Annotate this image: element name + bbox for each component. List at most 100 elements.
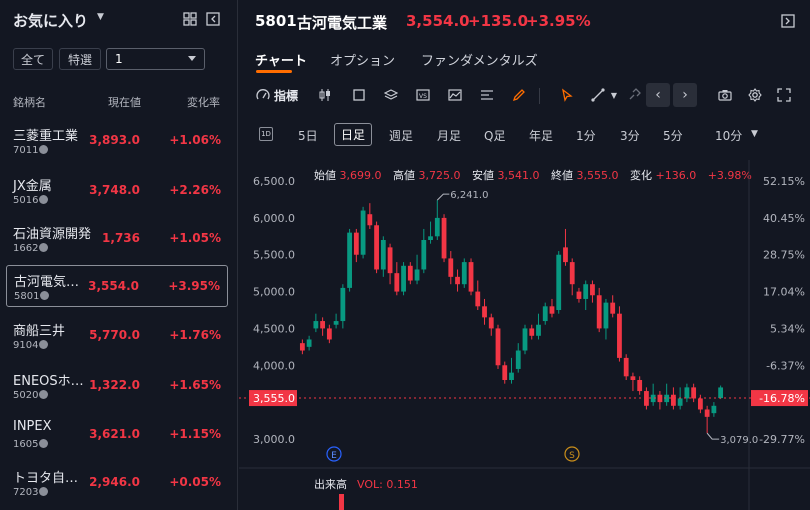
candle-body	[407, 265, 413, 281]
watchlist-stock-change: +1.15%	[169, 427, 221, 441]
clock-icon	[39, 195, 48, 204]
scroll-left-button[interactable]: ‹	[646, 83, 670, 107]
timeframe-1min[interactable]: 1分	[576, 127, 596, 144]
rectangle-icon[interactable]	[350, 86, 368, 104]
candle-body	[448, 258, 454, 277]
grid-icon[interactable]	[181, 10, 199, 28]
symbol-name: 古河電気工業	[297, 14, 388, 32]
candle-body	[671, 394, 676, 406]
indicators-icon[interactable]	[254, 86, 272, 104]
filter-all-button[interactable]: 全て	[13, 48, 53, 70]
watchlist-row[interactable]: 古河電気… 5801 3,554.0 +3.95%	[6, 265, 228, 307]
candle-body	[360, 210, 366, 255]
candle-body	[468, 262, 474, 292]
candles-icon[interactable]	[316, 86, 334, 104]
symbol-change-pct: +3.95%	[526, 12, 591, 30]
candle-body	[387, 247, 393, 274]
link-icon[interactable]	[625, 86, 643, 104]
collapse-panel-icon[interactable]	[204, 10, 222, 28]
pct-axis-tick-label: 5.34%	[770, 322, 805, 335]
candle-body	[697, 398, 703, 410]
timeframe-monthly[interactable]: 月足	[437, 127, 461, 144]
price-chart[interactable]: 6,500.0 6,000.0 5,500.0 5,000.0 4,500.0 4,000…	[239, 160, 810, 510]
watchlist-stock-change: +1.05%	[169, 231, 221, 245]
chevron-down-icon[interactable]: ▼	[97, 12, 104, 22]
candle-body	[536, 324, 541, 336]
candle-body	[556, 254, 562, 310]
pct-axis-tick-label: 40.45%	[763, 212, 805, 225]
watchlist-row[interactable]: 三菱重工業 7011 3,893.0 +1.06%	[6, 120, 228, 162]
candle-body	[563, 247, 568, 263]
watchlist-row[interactable]: INPEX 1605 3,621.0 +1.15%	[6, 414, 228, 456]
earnings-marker-label: E	[331, 451, 337, 461]
watchlist-stock-name: トヨタ自…	[13, 471, 79, 486]
watchlist-row[interactable]: 商船三井 9104 5,770.0 +1.76%	[6, 315, 228, 357]
watchlist-stock-code: 9104	[13, 340, 39, 351]
watchlist-select[interactable]: 1	[106, 48, 205, 70]
cursor-icon[interactable]	[558, 86, 576, 104]
chevron-down-icon[interactable]: ▼	[751, 129, 758, 139]
watchlist-stock-code: 1662	[13, 243, 39, 254]
chevron-down-icon[interactable]: ▼	[605, 86, 623, 104]
candle-body	[677, 398, 683, 406]
watchlist-stock-price: 1,322.0	[89, 378, 140, 392]
timeframe-5min[interactable]: 5分	[663, 127, 683, 144]
camera-icon[interactable]	[716, 86, 734, 104]
column-header-change[interactable]: 変化率	[187, 94, 220, 110]
timeframe-quarterly[interactable]: Q足	[484, 127, 505, 144]
candle-body	[320, 321, 326, 329]
timeframe-10min[interactable]: 10分	[715, 127, 742, 144]
column-header-name[interactable]: 銘柄名	[13, 94, 46, 110]
timeframe-weekly[interactable]: 週足	[389, 127, 413, 144]
tab-chart[interactable]: チャート	[255, 50, 307, 69]
tab-fundamentals[interactable]: ファンダメンタルズ	[421, 50, 538, 69]
current-pct-tag-text: -16.78%	[759, 392, 805, 405]
candle-body	[488, 317, 494, 329]
candle-body	[455, 276, 460, 285]
timeframe-settings-icon[interactable]: 1D	[259, 127, 273, 141]
pct-axis-tick-label: -6.37%	[766, 359, 805, 372]
candle-body	[313, 321, 319, 329]
column-header-price[interactable]: 現在値	[108, 94, 141, 110]
watchlist-stock-change: +1.06%	[169, 133, 221, 147]
layers-icon[interactable]	[382, 86, 400, 104]
clock-icon	[39, 390, 48, 399]
indicators-button[interactable]: 指標	[274, 87, 298, 104]
timeframe-5d[interactable]: 5日	[298, 127, 318, 144]
expand-icon[interactable]	[779, 12, 797, 30]
candle-body	[576, 291, 582, 299]
fullscreen-icon[interactable]	[775, 86, 793, 104]
watchlist-row[interactable]: 石油資源開発 1662 1,736 +1.05%	[6, 218, 228, 260]
text-align-icon[interactable]	[478, 86, 496, 104]
watchlist-stock-code: 1605	[13, 439, 39, 450]
watchlist-stock-code: 7203	[13, 487, 39, 498]
watchlist-sidebar: お気に入り ▼ 全て 特選 1 銘柄名 現在値 変化率 三菱重工業 7011 3,8…	[0, 0, 238, 510]
watchlist-stock-name: 商船三井	[13, 324, 66, 339]
watchlist-row[interactable]: トヨタ自… 7203 2,946.0 +0.05%	[6, 462, 228, 504]
tab-active-indicator	[256, 70, 292, 73]
timeframe-daily[interactable]: 日足	[334, 123, 373, 146]
chart-type-icon[interactable]	[446, 86, 464, 104]
compare-icon[interactable]: VS	[414, 86, 432, 104]
timeframe-yearly[interactable]: 年足	[529, 127, 553, 144]
watchlist-row[interactable]: ENEOSホ… 5020 1,322.0 +1.65%	[6, 365, 228, 407]
watchlist-title[interactable]: お気に入り	[13, 12, 88, 30]
candle-body	[347, 232, 352, 288]
watchlist-stock-price: 5,770.0	[89, 328, 140, 342]
tab-options[interactable]: オプション	[330, 50, 395, 69]
candle-body	[353, 232, 359, 255]
gear-icon[interactable]	[746, 86, 764, 104]
watchlist-stock-name: JX金属	[13, 179, 52, 194]
watchlist-header: お気に入り ▼	[13, 10, 228, 32]
scroll-right-button[interactable]: ›	[673, 83, 697, 107]
watchlist-stock-change: +1.76%	[169, 328, 221, 342]
watchlist-stock-price: 1,736	[102, 231, 140, 245]
watchlist-stock-change: +2.26%	[169, 183, 221, 197]
candle-body	[380, 240, 386, 270]
filter-featured-button[interactable]: 特選	[59, 48, 101, 70]
draw-pencil-icon[interactable]	[510, 86, 528, 104]
watchlist-row[interactable]: JX金属 5016 3,748.0 +2.26%	[6, 170, 228, 212]
candle-body	[617, 313, 622, 358]
timeframe-3min[interactable]: 3分	[620, 127, 640, 144]
y-axis-tick-label: 5,500.0	[253, 249, 295, 262]
